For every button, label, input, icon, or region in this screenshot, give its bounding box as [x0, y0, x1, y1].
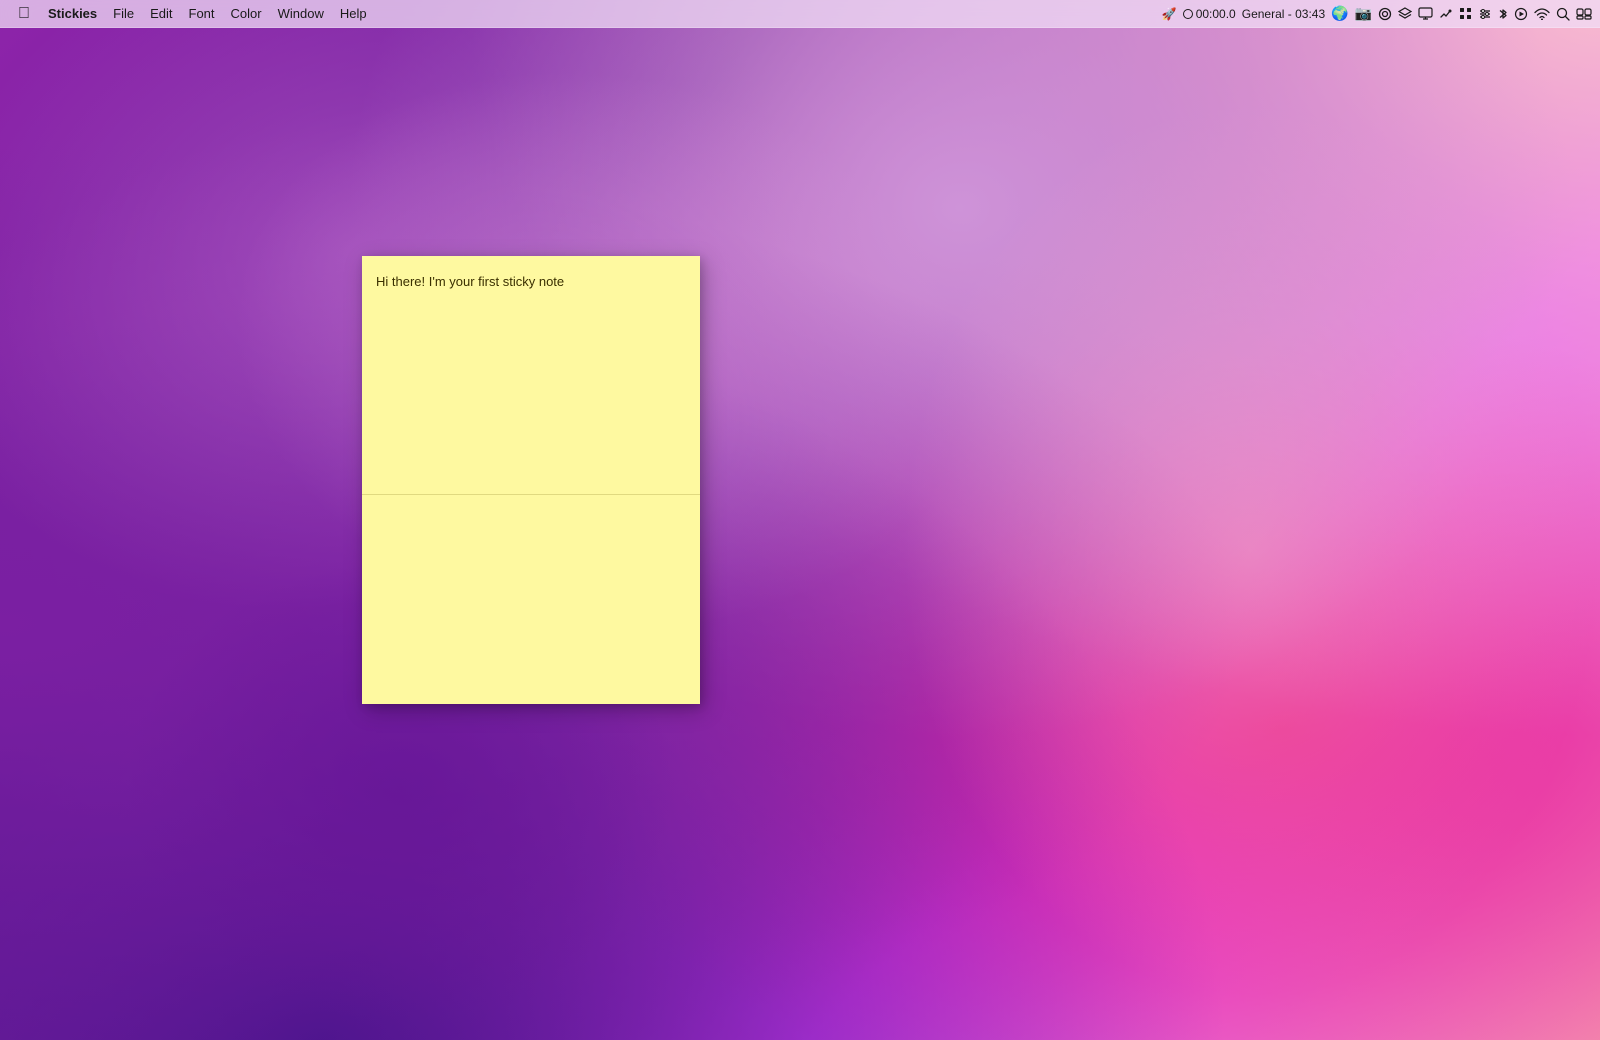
grid-icon[interactable] — [1459, 7, 1472, 20]
color-menu[interactable]: Color — [223, 4, 270, 23]
display-icon[interactable] — [1418, 7, 1433, 20]
play-icon[interactable] — [1514, 7, 1528, 21]
search-icon[interactable] — [1556, 7, 1570, 21]
settings-icon[interactable] — [1478, 7, 1492, 21]
recording-dot — [1183, 9, 1193, 19]
wave-3 — [900, 100, 1600, 1000]
menubar:  Stickies File Edit Font Color Window H… — [0, 0, 1600, 28]
menubar-right: 🚀 00:00.0 General - 03:43 🌍 📷 — [1162, 5, 1592, 22]
globe-icon[interactable]: 🌍 — [1331, 5, 1348, 22]
photo-icon[interactable]: 📷 — [1355, 5, 1372, 22]
font-menu[interactable]: Font — [181, 4, 223, 23]
recording-time: 00:00.0 — [1196, 7, 1236, 21]
sticky-note-upper: Hi there! I'm your first sticky note — [362, 256, 700, 495]
annotation-icon[interactable] — [1439, 7, 1453, 21]
help-menu[interactable]: Help — [332, 4, 375, 23]
gyro-icon[interactable] — [1378, 7, 1392, 21]
window-menu[interactable]: Window — [270, 4, 332, 23]
layers-icon[interactable] — [1398, 7, 1412, 21]
app-name-menu[interactable]: Stickies — [40, 4, 105, 23]
control-center-icon[interactable] — [1576, 8, 1592, 20]
edit-menu[interactable]: Edit — [142, 4, 180, 23]
rocket-icon[interactable]: 🚀 — [1162, 7, 1177, 21]
menubar-left:  Stickies File Edit Font Color Window H… — [8, 3, 375, 25]
apple-menu[interactable]:  — [8, 3, 40, 25]
sticky-note-text[interactable]: Hi there! I'm your first sticky note — [376, 272, 686, 292]
clock-label: General - 03:43 — [1242, 7, 1325, 21]
recording-indicator: 00:00.0 — [1183, 7, 1236, 21]
file-menu[interactable]: File — [105, 4, 142, 23]
wifi-icon[interactable] — [1534, 8, 1550, 20]
wallpaper — [0, 0, 1600, 1040]
bluetooth-icon[interactable] — [1498, 7, 1508, 21]
sticky-note[interactable]: Hi there! I'm your first sticky note — [362, 256, 700, 704]
sticky-note-lower — [362, 495, 700, 705]
